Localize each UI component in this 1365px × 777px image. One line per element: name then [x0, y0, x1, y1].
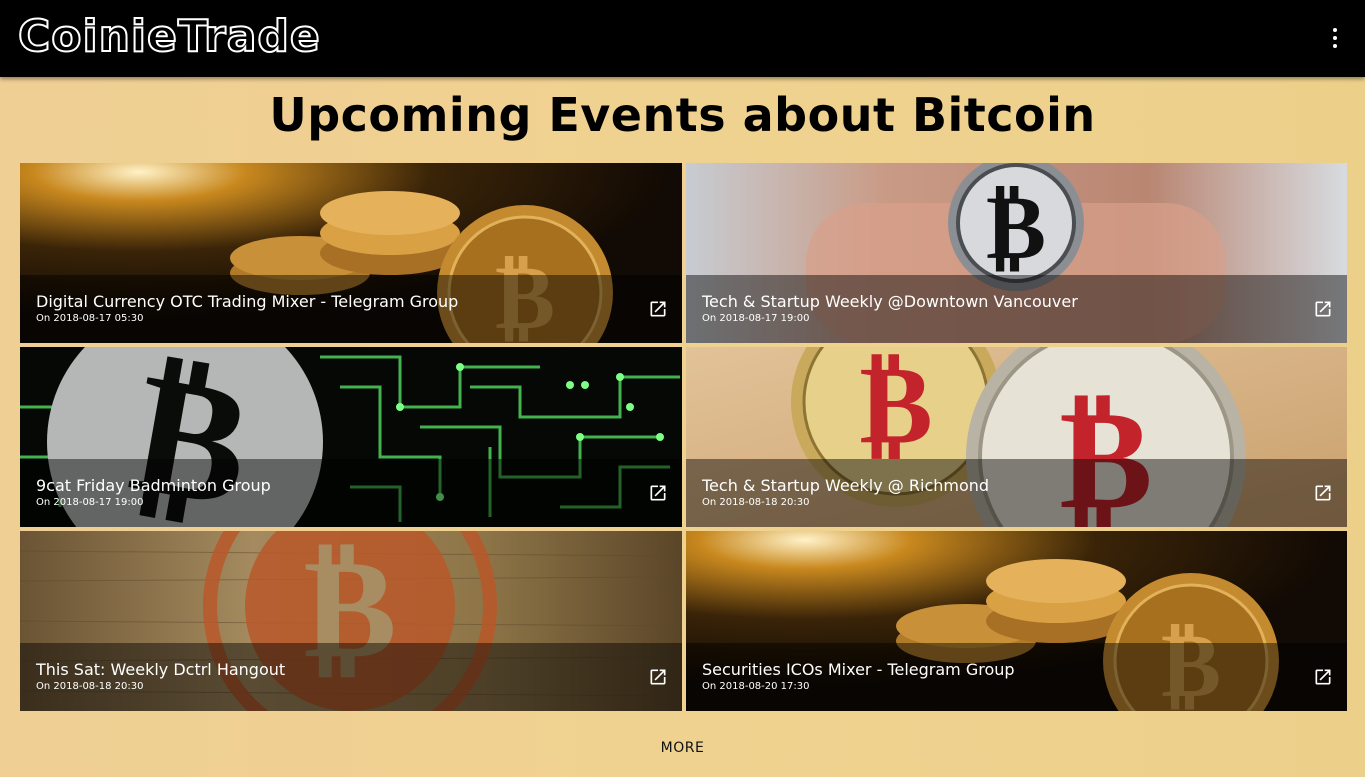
event-tile[interactable]: ₿ ₿ Tech & Startup Weekly @ Richmond On … — [686, 347, 1347, 527]
event-date: On 2018-08-18 20:30 — [36, 681, 144, 692]
open-in-new-icon[interactable] — [1313, 299, 1333, 319]
app-bar: CoinieTrade — [0, 0, 1365, 77]
menu-dot — [1333, 28, 1337, 32]
event-date: On 2018-08-17 05:30 — [36, 313, 144, 324]
event-title: 9cat Friday Badminton Group — [36, 476, 271, 495]
event-title: Digital Currency OTC Trading Mixer - Tel… — [36, 292, 459, 311]
logo[interactable]: CoinieTrade — [17, 8, 321, 66]
event-title: This Sat: Weekly Dctrl Hangout — [36, 660, 286, 679]
event-date: On 2018-08-17 19:00 — [702, 313, 810, 324]
event-tile[interactable]: ₿ Securities ICOs Mixer - Telegram Group… — [686, 531, 1347, 711]
event-tile[interactable]: ₿ 9cat Friday Badminton Group On 2018-08… — [20, 347, 682, 527]
event-title: Tech & Startup Weekly @ Richmond — [702, 476, 990, 495]
event-date: On 2018-08-17 19:00 — [36, 497, 144, 508]
open-in-new-icon[interactable] — [648, 299, 668, 319]
open-in-new-icon[interactable] — [1313, 483, 1333, 503]
event-tile[interactable]: ₿ Tech & Startup Weekly @Downtown Vancou… — [686, 163, 1347, 343]
open-in-new-icon[interactable] — [648, 483, 668, 503]
open-in-new-icon[interactable] — [648, 667, 668, 687]
menu-dot — [1333, 44, 1337, 48]
event-title: Securities ICOs Mixer - Telegram Group — [702, 660, 1015, 679]
event-title: Tech & Startup Weekly @Downtown Vancouve… — [702, 292, 1078, 311]
events-grid: ₿ Digital Currency OTC Trading Mixer - T… — [20, 163, 1347, 711]
svg-text:₿: ₿ — [986, 175, 1046, 280]
event-date: On 2018-08-20 17:30 — [702, 681, 810, 692]
open-in-new-icon[interactable] — [1313, 667, 1333, 687]
more-vert-icon[interactable] — [1323, 24, 1347, 52]
menu-dot — [1333, 36, 1337, 40]
page-title: Upcoming Events about Bitcoin — [269, 88, 1096, 142]
more-container: MORE — [0, 740, 1365, 756]
svg-text:₿: ₿ — [859, 347, 932, 468]
event-tile[interactable]: ₿ Digital Currency OTC Trading Mixer - T… — [20, 163, 682, 343]
event-tile[interactable]: ₿ This Sat: Weekly Dctrl Hangout On 2018… — [20, 531, 682, 711]
event-date: On 2018-08-18 20:30 — [702, 497, 810, 508]
more-button[interactable]: MORE — [653, 736, 713, 760]
